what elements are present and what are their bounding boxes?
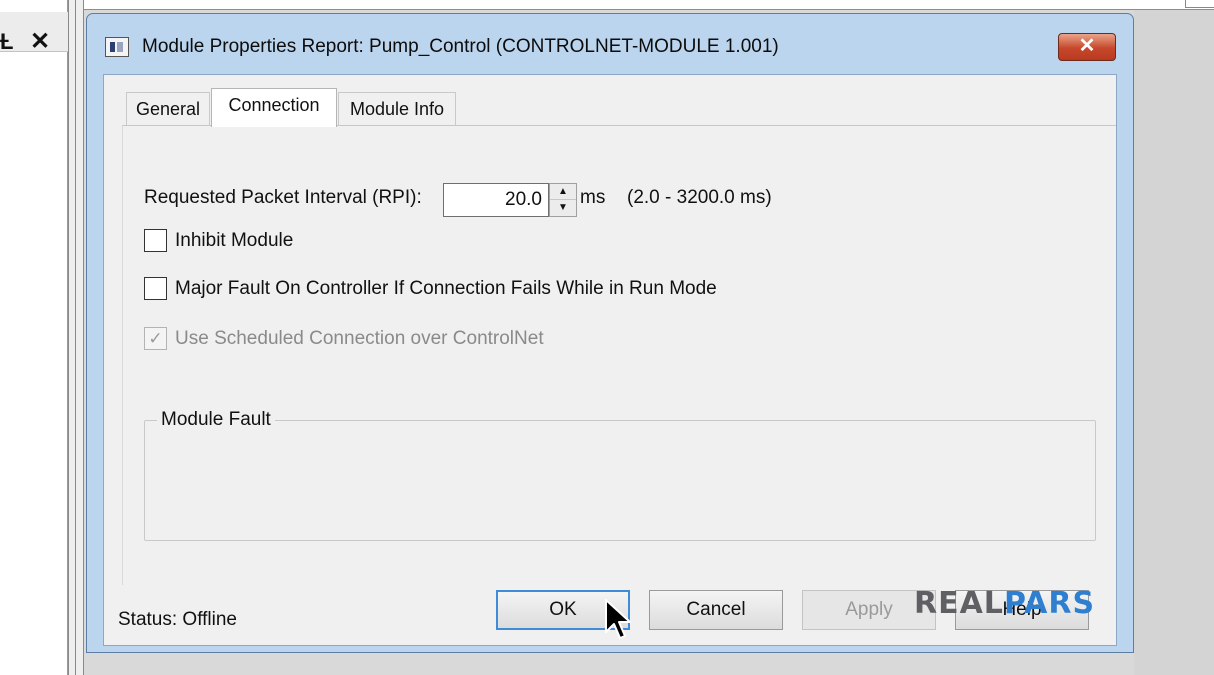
- cancel-button[interactable]: Cancel: [649, 590, 783, 630]
- mouse-cursor-icon: [605, 599, 631, 639]
- close-button[interactable]: ✕: [1058, 33, 1116, 61]
- rpi-label: Requested Packet Interval (RPI):: [144, 187, 422, 208]
- background-toolbar: [84, 0, 1214, 10]
- module-fault-legend: Module Fault: [157, 409, 275, 431]
- status-text: Status: Offline: [118, 609, 237, 630]
- close-icon[interactable]: ✕: [30, 27, 50, 56]
- app-icon: [105, 37, 129, 57]
- realpars-logo: REALPARS: [914, 586, 1095, 621]
- dialog-title: Module Properties Report: Pump_Control (…: [142, 36, 779, 57]
- logo-part-pars: PARS: [1003, 586, 1096, 621]
- background-area: [1134, 10, 1214, 675]
- scheduled-connection-checkbox: ✓: [144, 327, 167, 350]
- left-panel: [0, 0, 68, 675]
- module-fault-group: Module Fault: [144, 409, 1096, 541]
- major-fault-checkbox-row[interactable]: Major Fault On Controller If Connection …: [144, 277, 717, 300]
- left-panel-header: Ƚ ✕: [0, 12, 68, 55]
- major-fault-checkbox[interactable]: [144, 277, 167, 300]
- checkmark-icon: ✓: [148, 328, 163, 348]
- background-window-edge: [1185, 0, 1214, 8]
- spin-down-icon[interactable]: ▼: [550, 200, 576, 216]
- inhibit-module-checkbox-row[interactable]: Inhibit Module: [144, 229, 293, 252]
- rpi-range: (2.0 - 3200.0 ms): [627, 187, 772, 208]
- inhibit-module-checkbox[interactable]: [144, 229, 167, 252]
- rpi-spinner[interactable]: ▲ ▼: [549, 183, 577, 217]
- module-properties-dialog: Module Properties Report: Pump_Control (…: [86, 13, 1134, 653]
- tab-general[interactable]: General: [126, 92, 210, 126]
- dialog-client-area: General Connection Module Info Requested…: [103, 74, 1117, 646]
- inhibit-module-label: Inhibit Module: [175, 229, 294, 251]
- major-fault-label: Major Fault On Controller If Connection …: [175, 277, 717, 299]
- logo-part-real: REAL: [914, 586, 1004, 621]
- scheduled-connection-checkbox-row: ✓ Use Scheduled Connection over ControlN…: [144, 327, 544, 350]
- tab-connection[interactable]: Connection: [211, 88, 337, 127]
- spin-up-icon[interactable]: ▲: [550, 184, 576, 200]
- rpi-input[interactable]: [443, 183, 549, 217]
- tab-module-info[interactable]: Module Info: [338, 92, 456, 126]
- rpi-unit: ms: [580, 187, 606, 208]
- scheduled-connection-label: Use Scheduled Connection over ControlNet: [175, 327, 544, 349]
- panel-splitter[interactable]: [68, 0, 84, 675]
- pin-icon[interactable]: Ƚ: [0, 29, 13, 55]
